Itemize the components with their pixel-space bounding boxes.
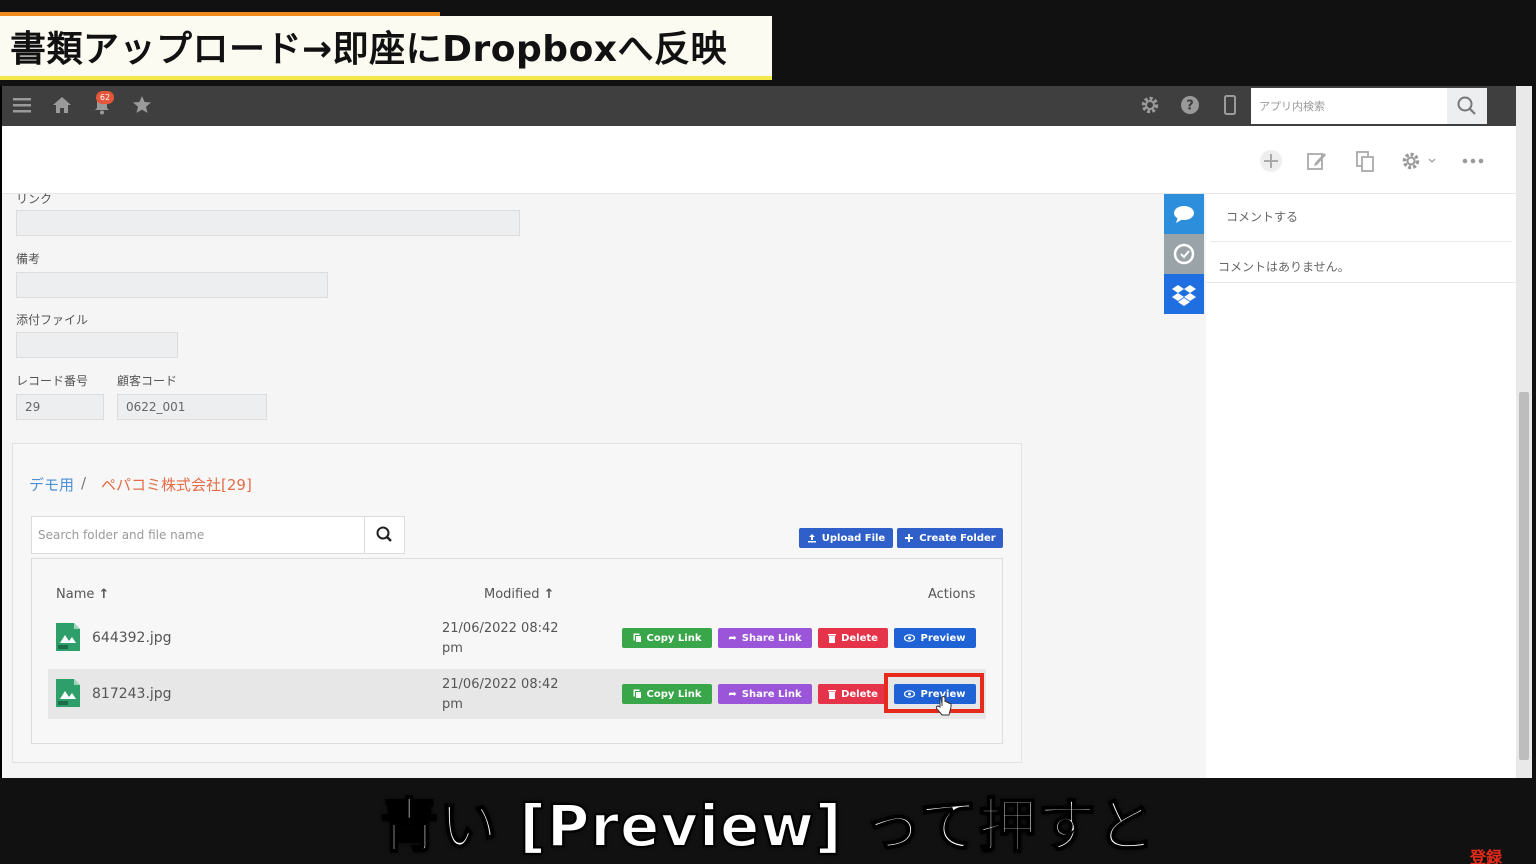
table-row: 817243.jpg 21/06/2022 08:42 pm Copy Link… [48, 669, 986, 719]
duplicate-icon[interactable] [1352, 148, 1378, 174]
comment-input[interactable]: コメントする [1210, 198, 1512, 242]
star-icon[interactable] [130, 94, 154, 118]
copy-link-button[interactable]: Copy Link [622, 684, 712, 704]
app-search [1251, 88, 1487, 124]
scrollbar-thumb[interactable] [1519, 392, 1529, 760]
svg-text:?: ? [1186, 99, 1194, 114]
history-tab[interactable] [1164, 234, 1204, 274]
field-label-customer-code: 顧客コード [117, 374, 178, 388]
breadcrumb-separator: / [81, 474, 87, 492]
delete-button[interactable]: Delete [818, 628, 888, 648]
share-link-button[interactable]: ➦ Share Link [718, 628, 812, 648]
home-icon[interactable] [50, 94, 74, 118]
global-header: 62 ? [2, 86, 1516, 126]
bottom-caption: 青い [Preview] って押すと [0, 778, 1536, 864]
comment-tab[interactable] [1164, 194, 1204, 234]
gear-icon[interactable] [1138, 94, 1162, 118]
app-search-input[interactable] [1251, 88, 1447, 124]
field-label-attachment: 添付ファイル [16, 313, 89, 327]
field-customer-code: 0622_001 [117, 394, 267, 420]
sort-arrow-icon: ↑ [543, 587, 555, 602]
add-icon[interactable] [1258, 148, 1284, 174]
share-icon: ➦ [728, 688, 737, 700]
dropbox-panel: デモ用 / ペパコミ株式会社[29] Upload File Create Fo… [12, 443, 1022, 763]
preview-button[interactable]: Preview [894, 628, 976, 648]
eye-icon [904, 634, 916, 642]
divider [1206, 282, 1516, 283]
trash-icon [828, 690, 837, 699]
image-file-icon [54, 677, 82, 709]
file-search [31, 516, 405, 554]
menu-icon[interactable] [10, 94, 34, 118]
mouse-cursor-icon [934, 695, 954, 721]
upload-icon [807, 534, 816, 543]
copy-icon [633, 633, 642, 643]
kintone-app-window: 62 ? アプリ内検索 リンク 備考 添付ファイル レコード番号 29 顧客コー… [2, 86, 1516, 778]
bottom-caption-text: 青い [Preview] って押すと [379, 791, 1156, 861]
record-toolbar [2, 126, 1516, 194]
file-table: Name ↑ Modified ↑ Actions 644392.jpg 21/… [31, 558, 1003, 744]
table-row: 644392.jpg 21/06/2022 08:42 pm Copy Link… [48, 613, 986, 663]
copy-icon [633, 689, 642, 699]
field-label-record-number: レコード番号 [16, 374, 89, 388]
dropbox-tab[interactable] [1164, 274, 1204, 314]
image-file-icon [54, 621, 82, 653]
plus-icon [905, 534, 914, 542]
modified-date: 21/06/2022 08:42 pm [442, 621, 559, 656]
share-icon: ➦ [728, 632, 737, 644]
file-search-input[interactable] [32, 517, 366, 553]
field-link [16, 210, 520, 236]
edit-icon[interactable] [1304, 148, 1330, 174]
mobile-icon[interactable] [1218, 94, 1242, 118]
trash-icon [828, 634, 837, 643]
breadcrumb-root[interactable]: デモ用 [29, 474, 74, 495]
comment-icon [1174, 206, 1194, 223]
search-icon [376, 526, 392, 542]
upload-file-button[interactable]: Upload File [799, 528, 893, 548]
comment-panel: コメントする コメントはありません。 [1206, 194, 1516, 778]
history-icon [1173, 243, 1195, 265]
top-caption: 書類アップロード→即座にDropboxへ反映 [0, 16, 772, 80]
frame-edge [1532, 86, 1536, 778]
register-badge[interactable]: 登録 [1470, 844, 1502, 864]
file-name[interactable]: 644392.jpg [92, 630, 172, 646]
create-folder-button[interactable]: Create Folder [897, 528, 1003, 548]
no-comments-text: コメントはありません。 [1218, 260, 1350, 274]
copy-link-button[interactable]: Copy Link [622, 628, 712, 648]
dropbox-icon [1172, 285, 1196, 306]
share-link-button[interactable]: ➦ Share Link [718, 684, 812, 704]
help-icon[interactable]: ? [1178, 94, 1202, 118]
modified-date: 21/06/2022 08:42 pm [442, 677, 559, 712]
sort-arrow-icon: ↑ [98, 587, 110, 602]
file-search-button[interactable] [364, 517, 404, 553]
field-label-link: リンク [16, 192, 53, 206]
app-search-button[interactable] [1447, 88, 1487, 124]
column-modified[interactable]: Modified ↑ [484, 587, 555, 602]
video-frame: 書類アップロード→即座にDropboxへ反映 62 ? アプリ内検索 リンク 備… [0, 0, 1536, 864]
settings-dropdown-icon[interactable] [1398, 148, 1438, 174]
field-notes [16, 272, 328, 298]
field-label-notes: 備考 [16, 252, 41, 266]
top-caption-text: 書類アップロード→即座にDropboxへ反映 [10, 29, 728, 70]
file-name[interactable]: 817243.jpg [92, 686, 172, 702]
field-record-number: 29 [16, 394, 104, 420]
delete-button[interactable]: Delete [818, 684, 888, 704]
notification-badge: 62 [96, 91, 114, 104]
breadcrumb-current[interactable]: ペパコミ株式会社[29] [101, 474, 252, 495]
more-options-icon[interactable] [1460, 148, 1486, 174]
field-attachment [16, 332, 178, 358]
search-icon [1457, 96, 1476, 115]
column-name[interactable]: Name ↑ [56, 587, 109, 602]
column-actions: Actions [928, 587, 976, 602]
